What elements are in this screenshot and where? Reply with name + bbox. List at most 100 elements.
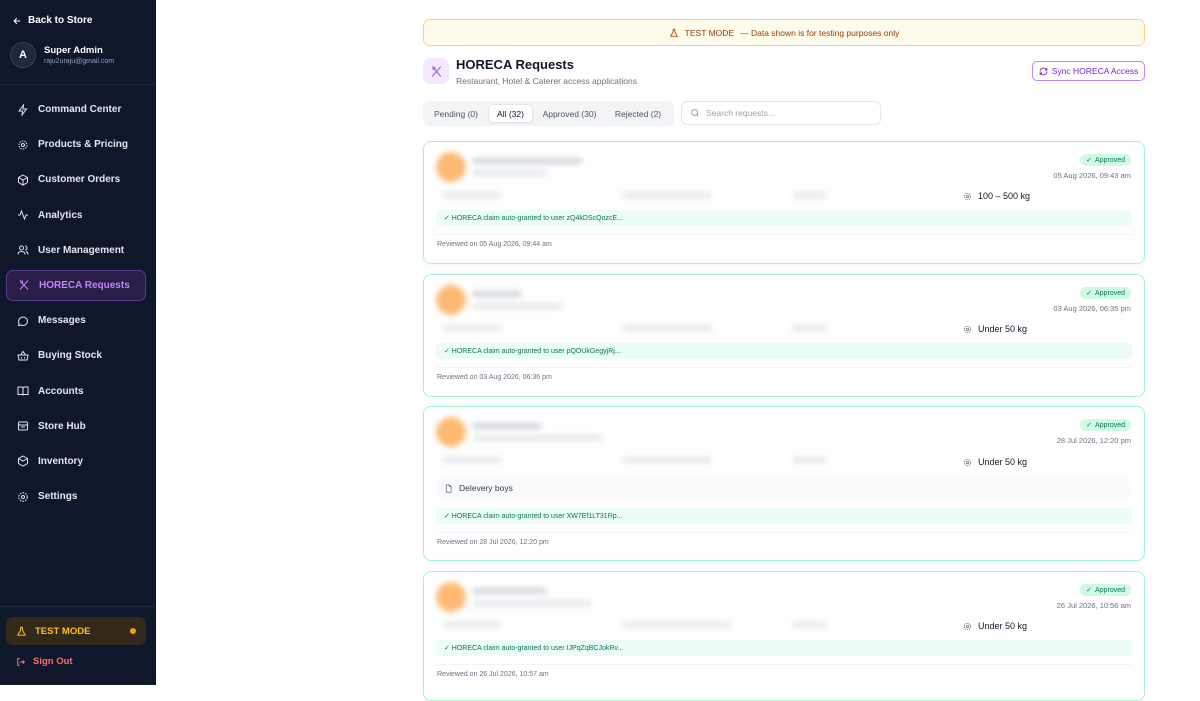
search-input[interactable]	[706, 108, 876, 118]
reviewed-date: Reviewed on 03 Aug 2026, 06:36 pm	[437, 374, 552, 381]
test-mode-banner: TEST MODE — Data shown is for testing pu…	[423, 19, 1145, 46]
request-card[interactable]: ✓ Approved 26 Jul 2026, 10:56 am Under 50…	[423, 571, 1145, 701]
card-divider	[436, 664, 1132, 665]
sidebar-item-accounts[interactable]: Accounts	[6, 376, 146, 407]
sidebar: Back to Store A Super Admin raju2uraju@g…	[0, 0, 156, 685]
user-name: Super Admin	[44, 45, 103, 56]
scale-icon	[963, 458, 972, 466]
back-to-store-label: Back to Store	[28, 15, 93, 26]
sidebar-item-label: Command Center	[38, 104, 122, 115]
sidebar-item-buying-stock[interactable]: Buying Stock	[6, 340, 146, 371]
volume: Under 50 kg	[963, 324, 1027, 334]
search-icon	[691, 109, 699, 117]
settings-icon	[18, 491, 28, 502]
tab-rejected[interactable]: Rejected (2)	[606, 104, 670, 123]
sidebar-nav: Command Center Products & Pricing Custom…	[6, 94, 146, 516]
sidebar-divider	[0, 606, 156, 607]
back-to-store-link[interactable]: Back to Store	[12, 15, 92, 26]
sidebar-item-command-center[interactable]: Command Center	[6, 94, 146, 125]
tab-approved[interactable]: Approved (30)	[536, 104, 603, 123]
sync-horeca-access-button[interactable]: Sync HORECA Access	[1032, 61, 1145, 81]
store-icon	[18, 421, 28, 431]
redacted-applicant-info	[432, 148, 932, 198]
check-icon: ✓	[1086, 157, 1093, 164]
message-icon	[17, 316, 29, 326]
sidebar-item-horeca-requests[interactable]: HORECA Requests	[6, 269, 146, 301]
sidebar-item-messages[interactable]: Messages	[6, 305, 146, 336]
granted-message: ✓ HORECA claim auto-granted to user pQOU…	[436, 343, 1132, 359]
card-divider	[436, 532, 1132, 533]
arrow-left-icon	[13, 17, 21, 24]
sidebar-item-user-management[interactable]: User Management	[6, 235, 146, 266]
granted-message: ✓ HORECA claim auto-granted to user XW7E…	[436, 508, 1132, 524]
test-mode-toggle[interactable]: TEST MODE	[6, 617, 146, 645]
sidebar-item-label: Messages	[38, 315, 86, 327]
page-title: HORECA Requests	[456, 57, 574, 72]
basket-icon	[17, 350, 29, 361]
status-label: Approved	[1095, 421, 1125, 429]
request-card[interactable]: ✓ Approved 03 Aug 2026, 06:35 pm Under 50…	[423, 274, 1145, 397]
horeca-header-icon	[423, 58, 449, 84]
request-date: 28 Jul 2026, 12:20 pm	[1056, 436, 1131, 445]
volume-label: Under 50 kg	[978, 621, 1028, 631]
note-text: Delevery boys	[459, 483, 513, 493]
check-icon: ✓	[1086, 422, 1093, 429]
tab-pending[interactable]: Pending (0)	[427, 104, 485, 123]
utensils-icon	[19, 280, 29, 291]
test-mode-label: TEST MODE	[35, 625, 91, 637]
flask-icon	[669, 28, 678, 37]
avatar: A	[10, 42, 36, 68]
package-icon	[18, 174, 28, 186]
sidebar-item-label: Analytics	[38, 209, 83, 221]
request-card[interactable]: ✓ Approved 05 Aug 2026, 09:43 am 100 – 50…	[423, 141, 1145, 264]
reviewed-date: Reviewed on 28 Jul 2026, 12:20 pm	[437, 539, 549, 546]
banner-text: — Data shown is for testing purposes onl…	[740, 27, 900, 38]
user-profile: A Super Admin raju2uraju@gmail.com	[10, 42, 114, 68]
sidebar-item-label: Store Hub	[38, 420, 86, 432]
filter-tabs: Pending (0) All (32) Approved (30) Rejec…	[423, 101, 674, 126]
redacted-applicant-info	[432, 413, 932, 463]
scale-icon	[963, 325, 972, 333]
page-subtitle: Restaurant, Hotel & Caterer access appli…	[456, 76, 637, 86]
refresh-icon	[1039, 67, 1048, 75]
check-icon: ✓	[1086, 587, 1093, 594]
volume-label: Under 50 kg	[978, 324, 1028, 334]
sidebar-item-products-pricing[interactable]: Products & Pricing	[6, 129, 146, 160]
status-badge: ✓ Approved	[1080, 584, 1131, 596]
reviewed-date: Reviewed on 26 Jul 2026, 10:57 am	[437, 671, 549, 678]
sidebar-item-label: Settings	[38, 491, 78, 503]
status-badge: ✓ Approved	[1080, 419, 1131, 431]
sign-out-label: Sign Out	[33, 656, 73, 667]
sidebar-item-store-hub[interactable]: Store Hub	[6, 411, 146, 442]
gear-icon	[18, 140, 28, 150]
tab-all[interactable]: All (32)	[488, 104, 533, 123]
sidebar-item-label: Customer Orders	[38, 174, 121, 186]
granted-message: ✓ HORECA claim auto-granted to user zQ4k…	[436, 210, 1132, 226]
activity-icon	[18, 209, 28, 221]
status-label: Approved	[1095, 156, 1125, 164]
request-date: 26 Jul 2026, 10:56 am	[1056, 601, 1131, 610]
status-label: Approved	[1095, 586, 1125, 594]
sidebar-item-inventory[interactable]: Inventory	[6, 446, 146, 477]
status-badge: ✓ Approved	[1080, 287, 1131, 299]
sidebar-item-customer-orders[interactable]: Customer Orders	[6, 164, 146, 195]
status-badge: ✓ Approved	[1080, 154, 1131, 166]
search-box	[681, 101, 881, 125]
sidebar-item-label: Accounts	[38, 385, 84, 397]
sign-out-button[interactable]: Sign Out	[16, 656, 73, 667]
granted-message: ✓ HORECA claim auto-granted to user IJPq…	[436, 640, 1132, 656]
scale-icon	[963, 192, 972, 200]
request-card[interactable]: ✓ Approved 28 Jul 2026, 12:20 pm Under 50…	[423, 406, 1145, 561]
volume-label: 100 – 500 kg	[978, 191, 1031, 201]
sidebar-item-settings[interactable]: Settings	[6, 481, 146, 512]
logout-icon	[17, 657, 26, 666]
utensils-icon	[431, 65, 441, 77]
scale-icon	[963, 622, 972, 630]
sidebar-item-label: Products & Pricing	[38, 139, 129, 151]
volume: Under 50 kg	[963, 621, 1027, 631]
sidebar-item-label: User Management	[38, 244, 125, 256]
sidebar-item-analytics[interactable]: Analytics	[6, 200, 146, 231]
status-label: Approved	[1095, 289, 1125, 297]
volume: 100 – 500 kg	[963, 191, 1030, 201]
status-dot	[130, 628, 136, 634]
